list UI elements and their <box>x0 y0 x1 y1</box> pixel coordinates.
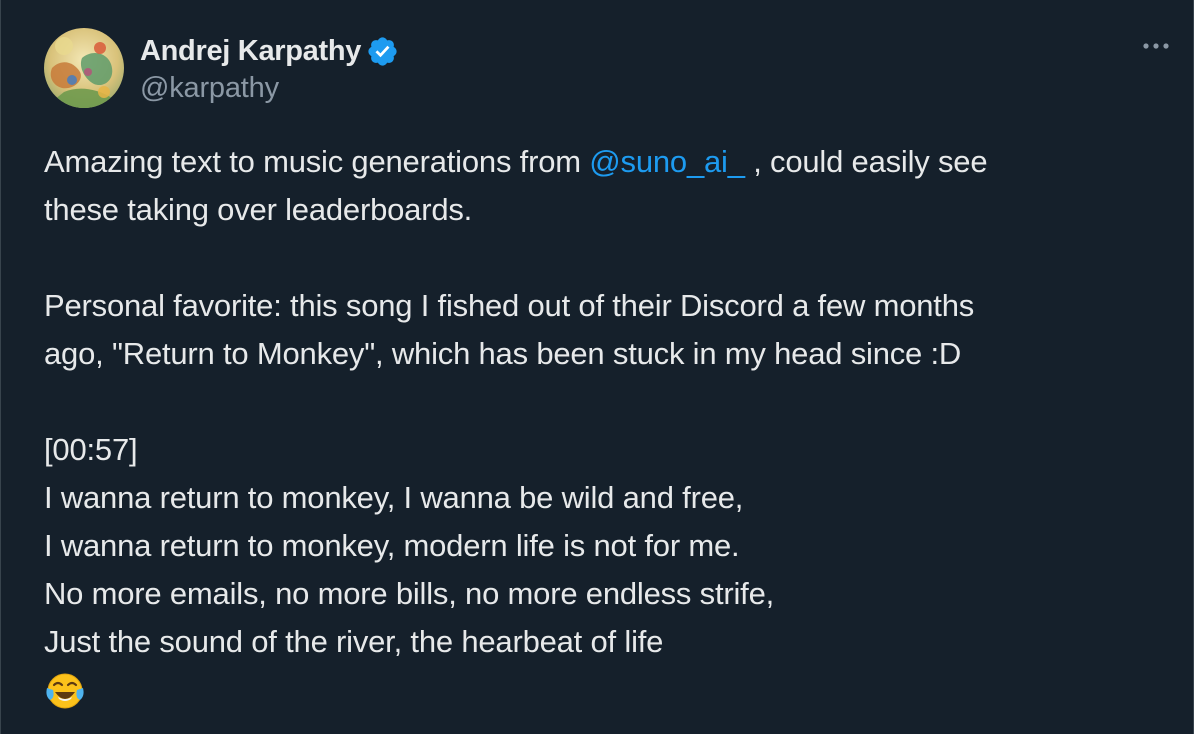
tweet-line-4: ago, "Return to Monkey", which has been … <box>44 336 962 371</box>
user-info: Andrej Karpathy @karpathy <box>140 32 399 105</box>
tweet-text-segment: Amazing text to music generations from <box>44 144 590 179</box>
tweet-text-segment: , could easily see <box>744 144 988 179</box>
lyric-line-1: I wanna return to monkey, I wanna be wil… <box>44 480 744 515</box>
lyric-line-3: No more emails, no more bills, no more e… <box>44 576 775 611</box>
name-row: Andrej Karpathy <box>140 32 399 72</box>
lyric-line-4: Just the sound of the river, the hearbea… <box>44 624 664 659</box>
tweet-text: Amazing text to music generations from @… <box>44 138 1154 726</box>
author-name[interactable]: Andrej Karpathy <box>140 35 361 68</box>
tweet-header: Andrej Karpathy @karpathy <box>44 28 399 108</box>
tweet-card: Andrej Karpathy @karpathy Amazing text t… <box>0 0 1194 734</box>
tweet-line-2: these taking over leaderboards. <box>44 192 473 227</box>
mention-link[interactable]: @suno_ai_ <box>589 144 745 179</box>
lyric-line-2: I wanna return to monkey, modern life is… <box>44 528 740 563</box>
tweet-line-1: Amazing text to music generations from @… <box>44 138 1154 186</box>
timestamp-line: [00:57] <box>44 432 138 467</box>
tears-of-joy-emoji-icon <box>44 670 86 712</box>
avatar[interactable] <box>44 28 124 108</box>
tweet-line-3: Personal favorite: this song I fished ou… <box>44 288 975 323</box>
more-options-icon[interactable] <box>1141 36 1171 56</box>
verified-badge-icon[interactable] <box>366 35 399 68</box>
author-handle[interactable]: @karpathy <box>140 72 399 105</box>
